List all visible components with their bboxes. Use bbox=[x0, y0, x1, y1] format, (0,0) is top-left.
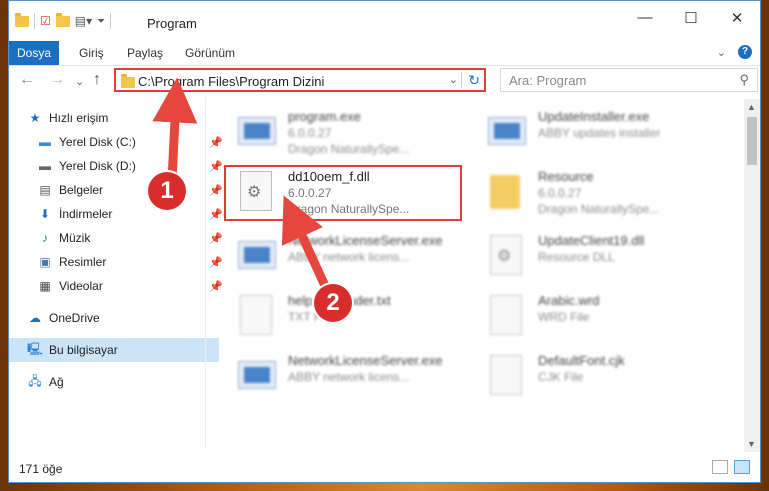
arrow-to-dll-file bbox=[281, 195, 331, 293]
arrow-to-address-bar bbox=[152, 77, 198, 185]
step-badge-2: 2 bbox=[314, 284, 352, 322]
annotation-arrows bbox=[152, 77, 331, 293]
step-badge-1: 1 bbox=[148, 172, 186, 210]
